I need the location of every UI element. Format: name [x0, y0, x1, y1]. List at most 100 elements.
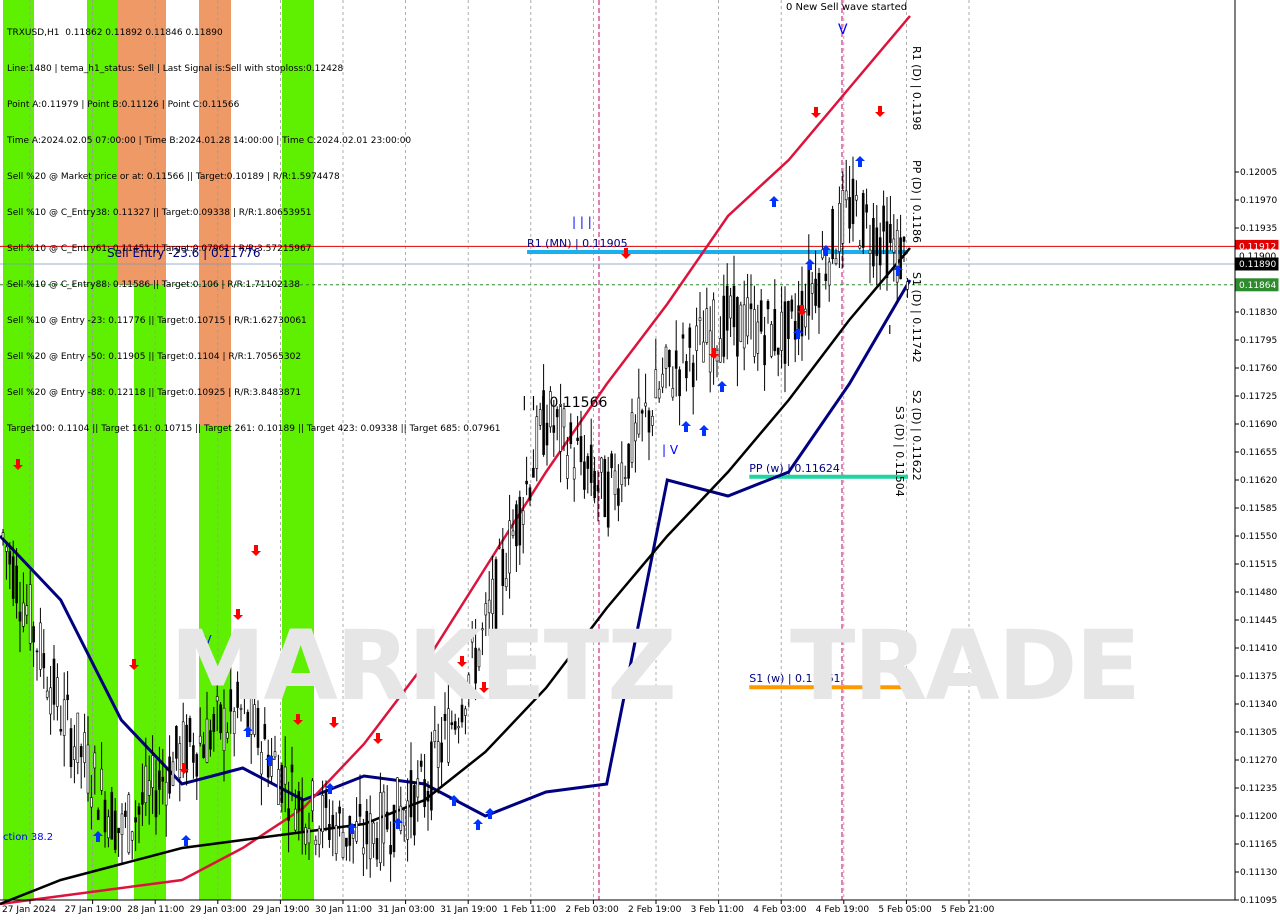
candle-body [93, 752, 97, 769]
candle-body [368, 813, 372, 860]
info-line: Sell %20 @ Entry -88: 0.12118 || Target:… [7, 388, 302, 398]
candle-body [294, 808, 297, 831]
candle-body [674, 350, 678, 369]
candle-body [147, 780, 151, 796]
candle-body [334, 825, 338, 854]
candle-body [729, 295, 732, 319]
candle-body [647, 410, 651, 433]
price-tick-label: 0.11410 [1240, 644, 1277, 654]
candle-body [851, 178, 855, 224]
candle-body [637, 397, 641, 435]
price-tick-label: 0.11235 [1240, 784, 1277, 794]
candle-body [511, 530, 515, 536]
candle-body [324, 791, 328, 808]
candle-body [328, 823, 331, 840]
candle-body [273, 751, 277, 758]
candle-body [8, 550, 12, 565]
candle-body [457, 726, 460, 729]
candle-body [814, 278, 817, 306]
candle-body [875, 227, 879, 256]
candle-body [365, 811, 369, 845]
candle-body [892, 238, 896, 253]
candle-body [538, 409, 542, 426]
up-arrow-icon [699, 425, 709, 436]
candle-body [66, 694, 69, 701]
candle-body [552, 425, 556, 433]
candle-body [661, 373, 664, 388]
info-line: Sell %10 @ C_Entry88: 0.11586 || Target:… [7, 280, 301, 290]
candle-body [688, 327, 692, 348]
pivot-level-label: R1 (MN) | 0.11905 [527, 237, 628, 250]
candle-body [736, 297, 739, 357]
candle-body [59, 728, 63, 732]
info-line: Sell %10 @ Entry -23: 0.11776 || Target:… [7, 316, 307, 326]
time-tick-label: 27 Jan 19:00 [65, 905, 122, 915]
candle-body [96, 809, 100, 820]
candle-body [521, 510, 525, 525]
time-tick-label: 27 Jan 2024 [2, 905, 56, 915]
price-tick-label: 0.11375 [1240, 672, 1277, 682]
candle-body [110, 791, 114, 840]
candle-body [79, 746, 83, 758]
time-tick-label: 31 Jan 03:00 [378, 905, 435, 915]
candle-body [498, 546, 501, 549]
candle-body [600, 457, 603, 473]
candle-body [719, 338, 722, 363]
candle-body [739, 304, 743, 342]
up-arrow-icon [805, 259, 815, 270]
info-panel: TRXUSD,H1 0.11862 0.11892 0.11846 0.1189… [7, 3, 501, 447]
candle-body [586, 456, 590, 469]
chart-annotation: I [888, 323, 892, 337]
candle-body [773, 308, 777, 352]
candle-body [695, 325, 698, 351]
candle-body [872, 218, 875, 267]
candle-body [103, 799, 107, 833]
candle-body [202, 744, 205, 758]
info-line: Point A:0.11979 | Point B:0.11126 | Poin… [7, 100, 240, 110]
price-tick-label: 0.11270 [1240, 756, 1277, 766]
time-tick-label: 5 Feb 05:00 [878, 905, 932, 915]
price-tick-label: 0.11830 [1240, 308, 1277, 318]
candle-body [889, 224, 892, 243]
candle-body [685, 361, 688, 379]
candle-body [844, 190, 848, 201]
price-tick-label: 0.11690 [1240, 420, 1277, 430]
candle-body [634, 422, 637, 442]
candle-body [878, 237, 882, 266]
candle-body [113, 810, 117, 850]
candle-body [746, 297, 749, 337]
candle-body [263, 724, 267, 740]
info-line: Target100: 0.1104 || Target 161: 0.10715… [7, 424, 501, 434]
candle-body [181, 721, 185, 766]
candle-body [868, 249, 872, 254]
price-tick-label: 0.11795 [1240, 336, 1277, 346]
candle-body [52, 658, 56, 705]
price-tick-label: 0.11970 [1240, 196, 1277, 206]
candle-body [124, 810, 127, 817]
candle-body [790, 299, 794, 312]
time-tick-label: 31 Jan 19:00 [440, 905, 497, 915]
candle-body [18, 611, 22, 622]
candle-body [22, 602, 25, 627]
candle-body [545, 422, 549, 446]
candle-body [501, 548, 505, 587]
candle-body [749, 303, 753, 310]
candle-body [776, 347, 780, 355]
price-tick-label: 0.11480 [1240, 588, 1277, 598]
time-tick-label: 29 Jan 19:00 [252, 905, 309, 915]
candle-body [277, 769, 280, 805]
candle-body [419, 760, 423, 767]
candle-body [1, 532, 5, 539]
candle-body [168, 756, 171, 794]
time-axis: 27 Jan 2024 27 Jan 19:00 28 Jan 11:00 29 Ja… [0, 899, 1235, 915]
price-tick-label: 0.11655 [1240, 448, 1277, 458]
candle-body [192, 745, 195, 763]
candle-body [372, 822, 375, 844]
candle-body [906, 281, 909, 290]
candle-body [151, 755, 154, 788]
candle-body [855, 195, 858, 201]
candle-body [691, 362, 695, 388]
pivot-vertical-label: S1 (D) | 0.11742 [910, 272, 923, 363]
candle-body [35, 650, 39, 653]
candle-body [120, 813, 124, 835]
